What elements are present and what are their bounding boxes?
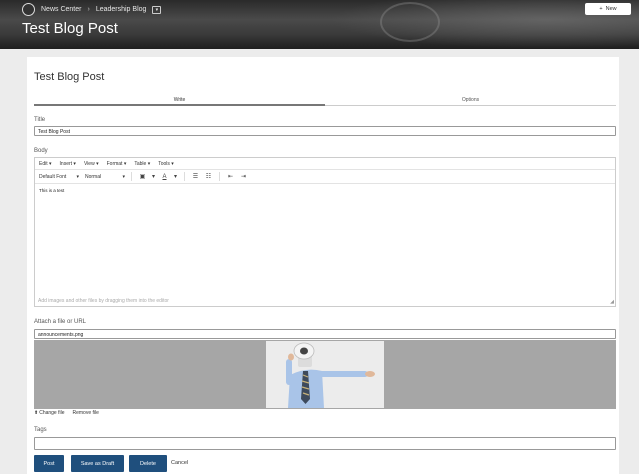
bullet-list-icon[interactable]: ☰ bbox=[191, 172, 200, 181]
save-draft-button[interactable]: Save as Draft bbox=[71, 455, 124, 472]
editor-hint: Add images and other files by dragging t… bbox=[38, 298, 169, 304]
menu-format-label: Format bbox=[106, 160, 123, 167]
highlight-color-icon[interactable]: ▣ bbox=[138, 172, 147, 181]
site-logo-icon[interactable] bbox=[22, 3, 35, 16]
attachment-image bbox=[266, 341, 384, 408]
attach-label: Attach a file or URL bbox=[34, 319, 87, 325]
chevron-down-icon[interactable]: ▾ bbox=[173, 172, 178, 181]
indent-icon[interactable]: ⇥ bbox=[239, 172, 248, 181]
menu-table-label: Table bbox=[134, 160, 147, 167]
font-family-select[interactable]: Default Font ▾ bbox=[39, 174, 79, 180]
text-color-icon[interactable]: A bbox=[160, 172, 169, 181]
chevron-down-icon[interactable]: ▾ bbox=[152, 5, 162, 14]
plus-icon: + bbox=[599, 6, 603, 12]
toolbar-divider bbox=[131, 172, 132, 181]
breadcrumb-leadership-blog[interactable]: Leadership Blog bbox=[96, 6, 147, 13]
menu-insert[interactable]: Insert ▾ bbox=[60, 161, 76, 167]
tab-bar: Write Options bbox=[34, 97, 616, 106]
outdent-icon[interactable]: ⇤ bbox=[226, 172, 235, 181]
breadcrumb-news-center[interactable]: News Center bbox=[41, 6, 81, 13]
menu-table[interactable]: Table ▾ bbox=[134, 161, 150, 167]
menu-tools-label: Tools bbox=[158, 160, 170, 167]
editor-menubar: Edit ▾ Insert ▾ View ▾ Format ▾ Table ▾ … bbox=[35, 158, 615, 170]
megaphone-man-image bbox=[266, 341, 384, 408]
cancel-link[interactable]: Cancel bbox=[171, 460, 188, 466]
change-file-label: Change file bbox=[39, 410, 65, 416]
file-actions: ⬆ Change file Remove file bbox=[34, 410, 99, 416]
menu-insert-label: Insert bbox=[59, 160, 73, 167]
chevron-down-icon: ▾ bbox=[122, 173, 125, 180]
rich-text-editor: Edit ▾ Insert ▾ View ▾ Format ▾ Table ▾ … bbox=[34, 157, 616, 307]
numbered-list-icon[interactable]: ☷ bbox=[204, 172, 213, 181]
banner-decoration bbox=[380, 2, 440, 42]
delete-button[interactable]: Delete bbox=[129, 455, 167, 472]
new-button[interactable]: + New bbox=[585, 3, 631, 15]
menu-tools[interactable]: Tools ▾ bbox=[158, 161, 174, 167]
breadcrumb: News Center › Leadership Blog ▾ bbox=[22, 3, 162, 16]
toolbar-divider bbox=[219, 172, 220, 181]
tab-options[interactable]: Options bbox=[325, 97, 616, 106]
change-file-button[interactable]: ⬆ Change file bbox=[34, 410, 65, 416]
editor-content[interactable]: This is a test bbox=[39, 188, 64, 193]
menu-view-label: View bbox=[83, 160, 95, 167]
font-family-value: Default Font bbox=[39, 173, 67, 180]
menu-view[interactable]: View ▾ bbox=[84, 161, 99, 167]
resize-handle-icon[interactable]: ◢ bbox=[610, 299, 614, 305]
editor-toolbar: Default Font ▾ Normal ▾ ▣ ▾ A ▾ ☰ ☷ ⇤ ⇥ bbox=[35, 170, 615, 184]
new-button-label: New bbox=[605, 6, 617, 12]
title-label: Title bbox=[34, 117, 46, 123]
tab-write[interactable]: Write bbox=[34, 97, 325, 106]
editor-card: Test Blog Post Write Options Title Test … bbox=[27, 57, 619, 474]
menu-edit[interactable]: Edit ▾ bbox=[39, 161, 52, 167]
remove-file-button[interactable]: Remove file bbox=[73, 410, 99, 416]
attach-url-input[interactable]: announcements.png bbox=[34, 329, 616, 339]
font-size-value: Normal bbox=[85, 173, 102, 180]
toolbar-divider bbox=[184, 172, 185, 181]
chevron-down-icon[interactable]: ▾ bbox=[151, 172, 156, 181]
chevron-down-icon: ▾ bbox=[76, 173, 79, 180]
header-banner: News Center › Leadership Blog ▾ Test Blo… bbox=[0, 0, 639, 49]
font-size-select[interactable]: Normal ▾ bbox=[85, 174, 125, 180]
upload-icon: ⬆ bbox=[34, 410, 39, 416]
tags-input[interactable] bbox=[34, 437, 616, 450]
menu-edit-label: Edit bbox=[39, 160, 48, 167]
tags-label: Tags bbox=[34, 427, 47, 433]
body-label: Body bbox=[34, 148, 48, 154]
title-input[interactable]: Test Blog Post bbox=[34, 126, 616, 136]
card-title: Test Blog Post bbox=[34, 71, 105, 83]
breadcrumb-separator-icon: › bbox=[87, 6, 90, 13]
remove-file-label: Remove file bbox=[72, 410, 99, 416]
post-button[interactable]: Post bbox=[34, 455, 64, 472]
menu-format[interactable]: Format ▾ bbox=[107, 161, 127, 167]
attachment-preview bbox=[34, 340, 616, 409]
page-title: Test Blog Post bbox=[22, 20, 118, 37]
